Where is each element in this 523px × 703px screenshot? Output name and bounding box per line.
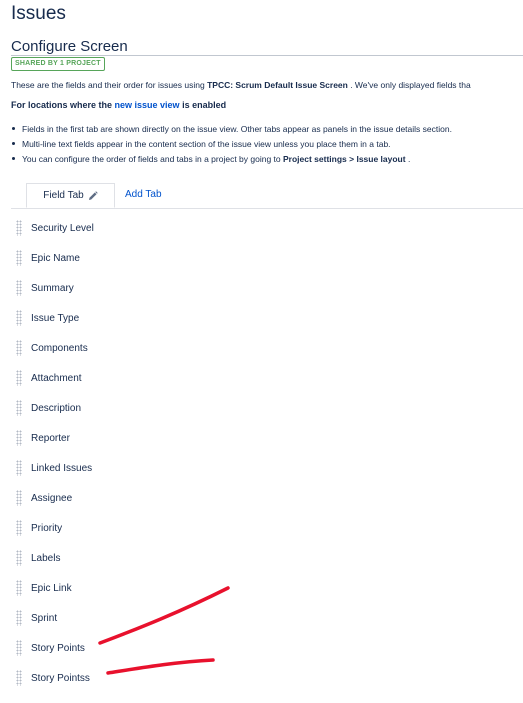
red-annotation-stroke-lower bbox=[106, 658, 215, 675]
annotation-overlay bbox=[98, 586, 230, 675]
red-annotation-stroke-upper bbox=[98, 586, 230, 645]
